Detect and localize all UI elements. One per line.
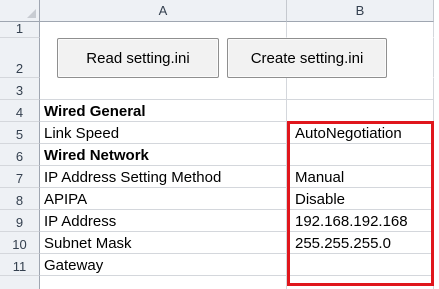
cell-b10[interactable]: 255.255.255.0 [287, 232, 434, 254]
cell-a4[interactable]: Wired General [40, 100, 287, 122]
cell-a5[interactable]: Link Speed [40, 122, 287, 144]
row-header-11[interactable]: 11 [0, 254, 40, 276]
cell-a9[interactable]: IP Address [40, 210, 287, 232]
column-header-a[interactable]: A [40, 0, 287, 22]
row-header-8[interactable]: 8 [0, 188, 40, 210]
select-all-corner[interactable] [0, 0, 40, 22]
cell-b11[interactable] [287, 254, 434, 276]
row-header-4[interactable]: 4 [0, 100, 40, 122]
cell-b5[interactable]: AutoNegotiation [287, 122, 434, 144]
create-setting-button[interactable]: Create setting.ini [227, 38, 387, 78]
spreadsheet: A B 1 2 3 4 Wired General 5 Link Speed A… [0, 0, 439, 289]
cell-a1[interactable] [40, 22, 287, 38]
cell-a10[interactable]: Subnet Mask [40, 232, 287, 254]
row-header-7[interactable]: 7 [0, 166, 40, 188]
cell-a8[interactable]: APIPA [40, 188, 287, 210]
read-setting-button[interactable]: Read setting.ini [57, 38, 219, 78]
cell-b3[interactable] [287, 78, 434, 100]
cell-b9[interactable]: 192.168.192.168 [287, 210, 434, 232]
row-header-1[interactable]: 1 [0, 21, 40, 38]
cell-b-partial[interactable] [287, 276, 434, 289]
row-header-3[interactable]: 3 [0, 78, 40, 100]
row-header-5[interactable]: 5 [0, 122, 40, 144]
row-header-10[interactable]: 10 [0, 232, 40, 254]
row-header-2[interactable]: 2 [0, 38, 40, 78]
row-header-9[interactable]: 9 [0, 210, 40, 232]
cell-a3[interactable] [40, 78, 287, 100]
cell-b8[interactable]: Disable [287, 188, 434, 210]
cell-a6[interactable]: Wired Network [40, 144, 287, 166]
column-header-b[interactable]: B [287, 0, 434, 22]
cell-b6[interactable] [287, 144, 434, 166]
cell-b1[interactable] [287, 22, 434, 38]
cell-a-partial[interactable] [40, 276, 287, 289]
cell-a7[interactable]: IP Address Setting Method [40, 166, 287, 188]
cell-b4[interactable] [287, 100, 434, 122]
row-header-partial[interactable] [0, 276, 40, 289]
row-header-6[interactable]: 6 [0, 144, 40, 166]
cell-a11[interactable]: Gateway [40, 254, 287, 276]
cell-b7[interactable]: Manual [287, 166, 434, 188]
select-all-triangle-icon [27, 9, 36, 18]
